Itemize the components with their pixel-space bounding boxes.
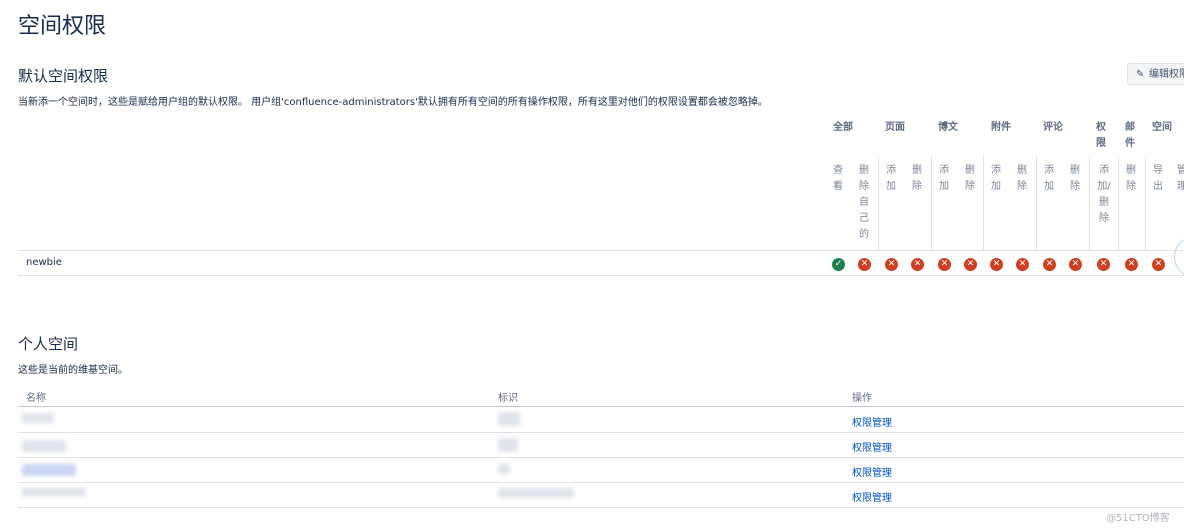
table-row-divider xyxy=(18,250,1184,251)
redacted-space-name xyxy=(22,488,86,496)
column-divider xyxy=(1145,156,1146,250)
group-blog: 博文 xyxy=(938,122,958,133)
personal-spaces-title: 个人空间 xyxy=(18,335,79,353)
cross-icon: ✕ xyxy=(1043,258,1056,271)
manage-permissions-link[interactable]: 权限管理 xyxy=(852,439,892,454)
manage-permissions-link[interactable]: 权限管理 xyxy=(852,489,892,504)
sub-space-manage: 管理 xyxy=(1177,165,1184,192)
sub-space-export: 导出 xyxy=(1153,165,1163,192)
manage-permissions-link[interactable]: 权限管理 xyxy=(852,414,892,429)
default-permissions-description: 当新添一个空间时，这些是赋给用户组的默认权限。 用户组'confluence-a… xyxy=(18,97,768,108)
group-space: 空间 xyxy=(1152,122,1172,133)
sub-attachments-delete: 删除 xyxy=(1017,165,1027,192)
redacted-space-key xyxy=(498,438,518,452)
sub-permissions-add-delete: 添加/删除 xyxy=(1097,165,1111,224)
sub-attachments-add: 添加 xyxy=(991,165,1001,192)
column-divider xyxy=(1036,156,1037,250)
column-divider xyxy=(878,156,879,250)
table-row-divider xyxy=(18,457,1184,458)
decorative-circle xyxy=(1174,236,1184,278)
cross-icon: ✕ xyxy=(964,258,977,271)
group-comments: 评论 xyxy=(1043,122,1063,133)
group-attachments: 附件 xyxy=(991,122,1011,133)
redacted-space-name xyxy=(22,440,66,452)
edit-permissions-button[interactable]: ✎ 编辑权限 xyxy=(1127,63,1184,85)
sub-pages-delete: 删除 xyxy=(912,165,922,192)
group-permissions: 权 限 xyxy=(1096,122,1106,149)
cross-icon: ✕ xyxy=(1152,258,1165,271)
cross-icon: ✕ xyxy=(1016,258,1029,271)
sub-blog-add: 添加 xyxy=(939,165,949,192)
redacted-space-key xyxy=(498,464,510,474)
redacted-space-key xyxy=(498,488,574,498)
table-header-divider xyxy=(18,406,1184,407)
cross-icon: ✕ xyxy=(990,258,1003,271)
table-row-divider xyxy=(18,275,1184,276)
column-divider xyxy=(983,156,984,250)
cross-icon: ✕ xyxy=(858,258,871,271)
group-mail: 邮 件 xyxy=(1125,122,1135,149)
redacted-space-key xyxy=(498,412,520,426)
column-header-action: 操作 xyxy=(852,393,872,404)
watermark: @51CTO博客 xyxy=(1106,513,1170,524)
sub-blog-delete: 删除 xyxy=(965,165,975,192)
sub-comments-delete: 删除 xyxy=(1070,165,1080,192)
table-row-divider xyxy=(18,432,1184,433)
page-title: 空间权限 xyxy=(18,14,107,39)
column-divider xyxy=(1118,156,1119,250)
cross-icon: ✕ xyxy=(938,258,951,271)
column-divider xyxy=(931,156,932,250)
column-header-name: 名称 xyxy=(26,393,46,404)
pencil-icon: ✎ xyxy=(1136,69,1145,80)
redacted-space-name xyxy=(22,413,54,423)
redacted-space-name xyxy=(22,464,76,476)
table-row-divider xyxy=(18,482,1184,483)
sub-view: 查看 xyxy=(833,165,843,192)
cross-icon: ✕ xyxy=(911,258,924,271)
cross-icon: ✕ xyxy=(885,258,898,271)
column-header-key: 标识 xyxy=(498,393,518,404)
sub-comments-add: 添加 xyxy=(1044,165,1054,192)
sub-delete-own: 删除自己的 xyxy=(859,165,869,240)
edit-permissions-label: 编辑权限 xyxy=(1149,69,1184,80)
group-all: 全部 xyxy=(833,122,853,133)
check-icon: ✓ xyxy=(832,258,845,271)
permission-row-name: newbie xyxy=(26,257,62,268)
table-row-divider xyxy=(18,507,1184,508)
default-permissions-title: 默认空间权限 xyxy=(18,67,109,85)
sub-mail-delete: 删除 xyxy=(1126,165,1136,192)
cross-icon: ✕ xyxy=(1069,258,1082,271)
manage-permissions-link[interactable]: 权限管理 xyxy=(852,464,892,479)
sub-pages-add: 添加 xyxy=(886,165,896,192)
personal-spaces-description: 这些是当前的维基空间。 xyxy=(18,365,128,376)
column-divider xyxy=(1089,156,1090,250)
group-pages: 页面 xyxy=(885,122,905,133)
cross-icon: ✕ xyxy=(1125,258,1138,271)
cross-icon: ✕ xyxy=(1097,258,1110,271)
